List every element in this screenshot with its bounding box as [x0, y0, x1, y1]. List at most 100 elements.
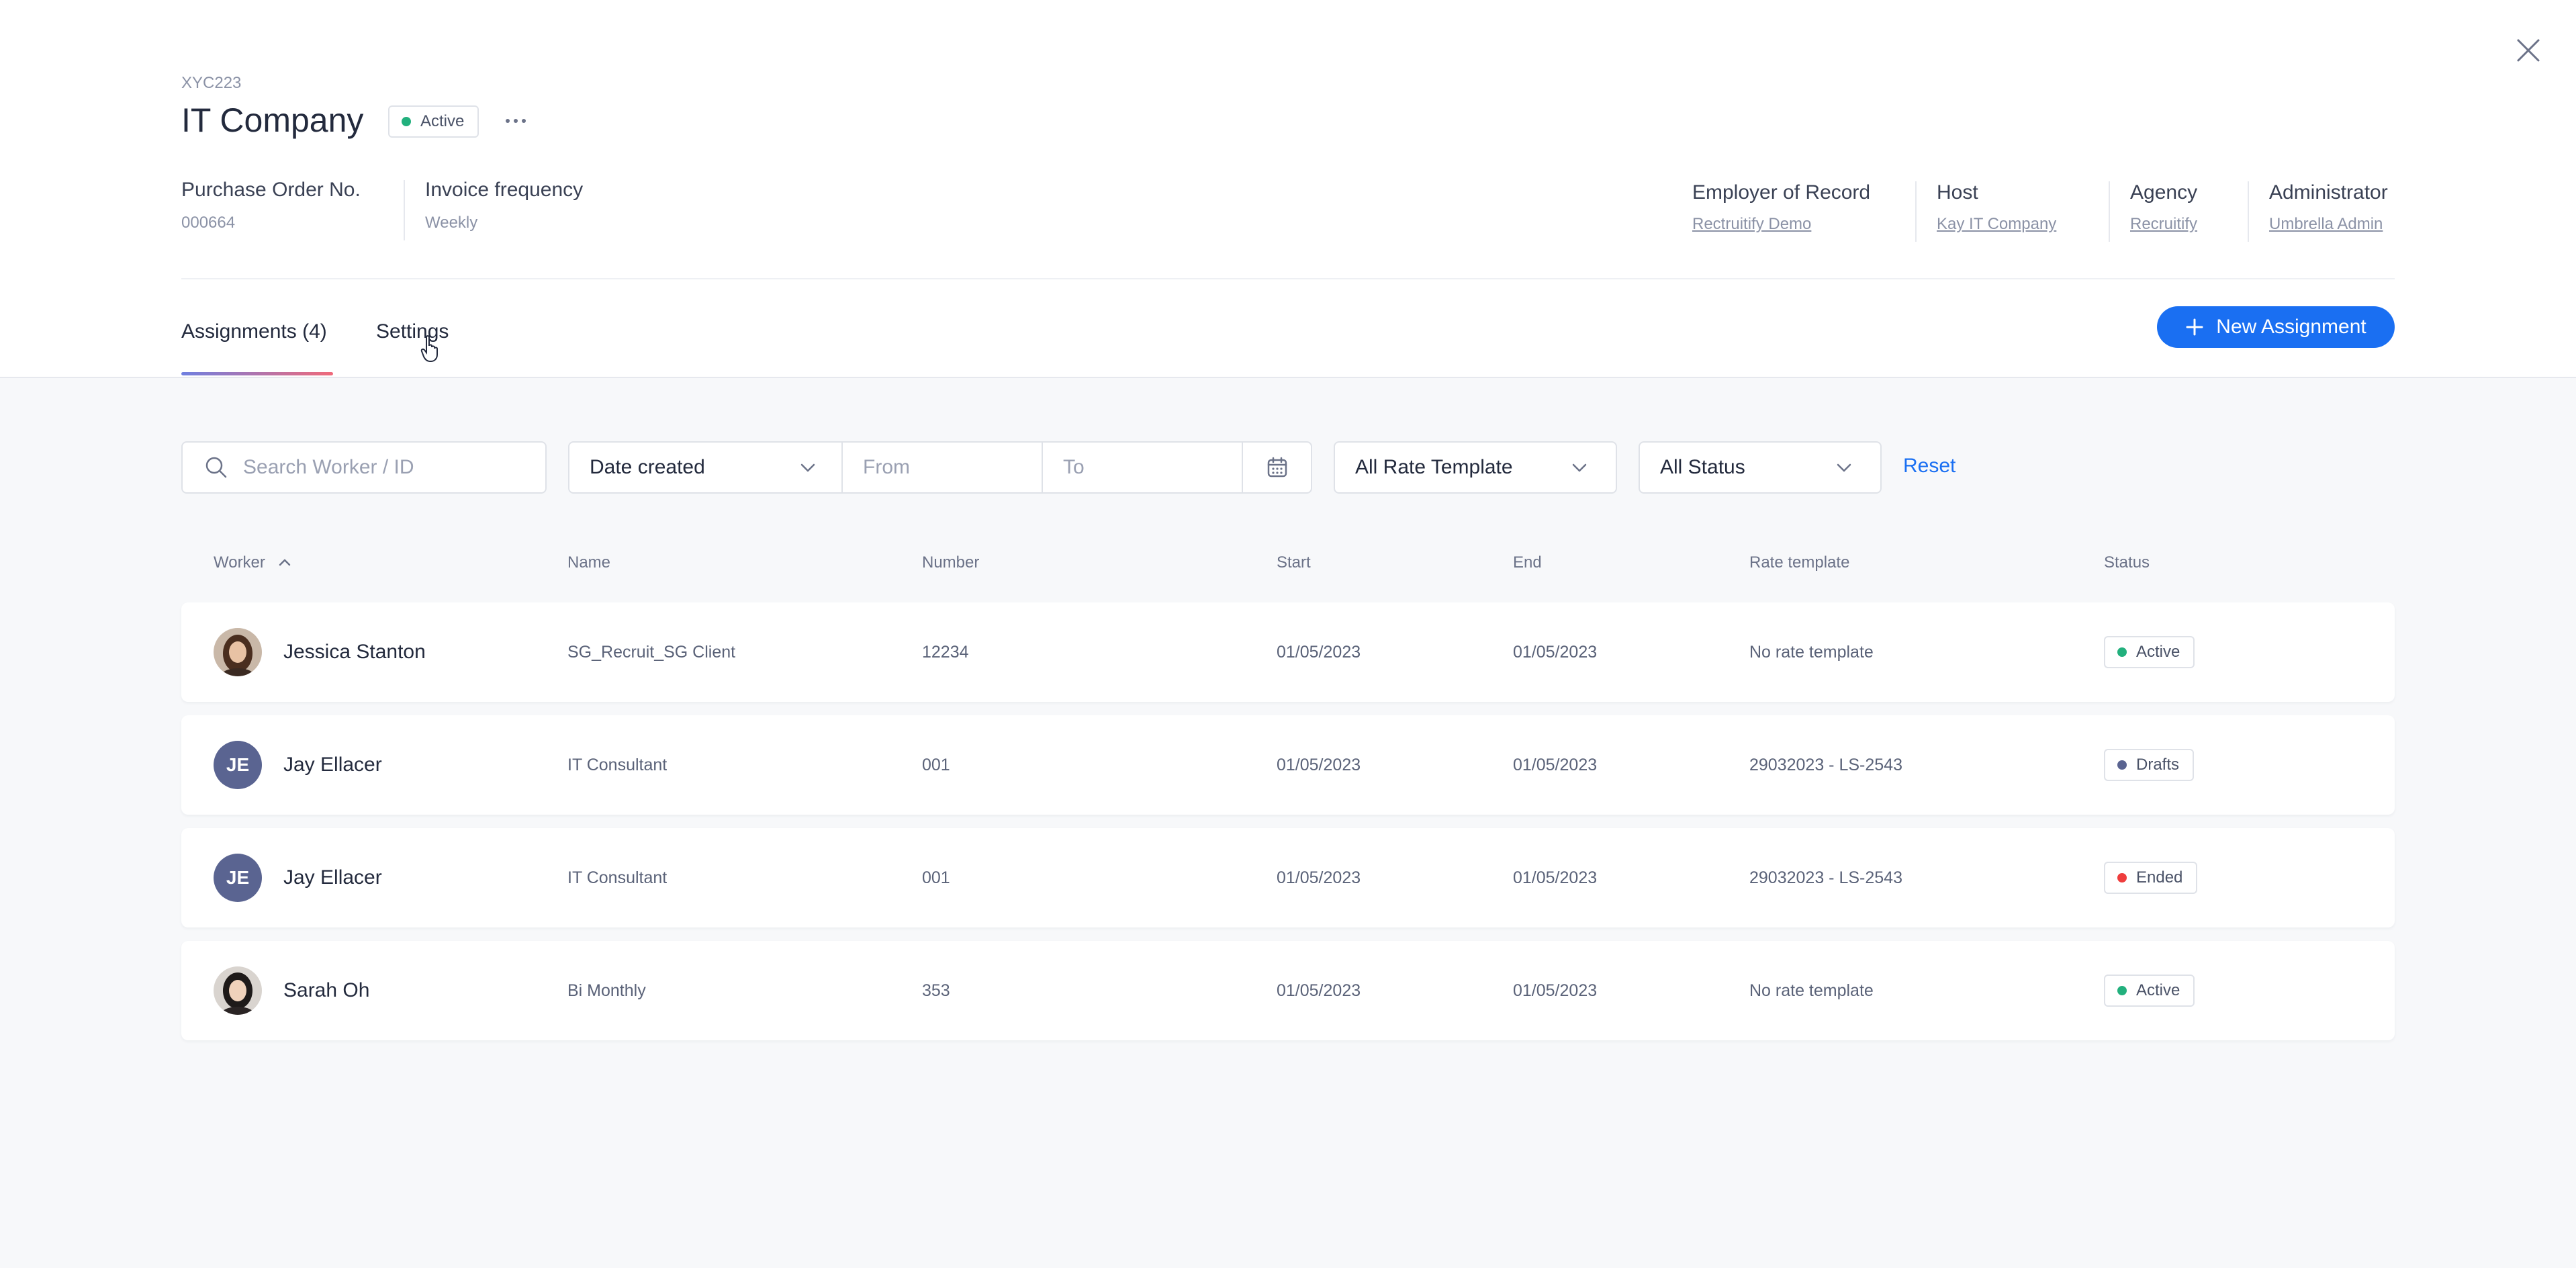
start-date: 01/05/2023 — [1277, 868, 1361, 887]
avatar — [214, 966, 262, 1015]
status-dot — [2117, 760, 2127, 770]
assignment-name: SG_Recruit_SG Client — [567, 642, 736, 662]
status-label: Active — [2136, 981, 2180, 999]
status-cell: Active — [2104, 941, 2195, 1040]
chevron-down-icon — [1572, 463, 1587, 472]
status-cell: Active — [2104, 602, 2195, 702]
worker-name: Jay Ellacer — [283, 866, 382, 889]
to-placeholder: To — [1063, 456, 1085, 478]
table-row[interactable]: Sarah Oh Bi Monthly 353 01/05/2023 01/05… — [181, 941, 2395, 1040]
status-label: Drafts — [2136, 756, 2180, 774]
new-assignment-button[interactable]: New Assignment — [2157, 306, 2395, 348]
assignment-name: IT Consultant — [567, 868, 668, 887]
column-header-number: Number — [922, 553, 980, 572]
table-row[interactable]: Jessica Stanton SG_Recruit_SG Client 122… — [181, 602, 2395, 702]
status-badge: Active — [2104, 975, 2195, 1007]
status-label: Active — [420, 112, 465, 130]
calendar-button[interactable] — [1242, 441, 1312, 494]
end-date: 01/05/2023 — [1513, 981, 1598, 1000]
divider — [181, 278, 2395, 279]
administrator-label: Administrator — [2269, 181, 2388, 203]
rate-template-select[interactable]: All Rate Template — [1334, 441, 1617, 494]
more-options-button[interactable] — [502, 107, 529, 140]
end-date: 01/05/2023 — [1513, 642, 1598, 662]
avatar — [214, 628, 262, 676]
table-row[interactable]: JE Jay Ellacer IT Consultant 001 01/05/2… — [181, 715, 2395, 815]
status-filter-value: All Status — [1660, 456, 1745, 478]
close-icon[interactable] — [2512, 34, 2545, 67]
worker-name: Sarah Oh — [283, 979, 370, 1001]
assignment-number: 12234 — [922, 642, 969, 662]
employer-of-record-label: Employer of Record — [1692, 181, 1871, 203]
worker-cell: JE Jay Ellacer — [214, 715, 382, 815]
column-header-label: Worker — [214, 553, 265, 572]
pointer-cursor-icon — [420, 334, 443, 366]
record-code: XYC223 — [181, 74, 242, 92]
start-date: 01/05/2023 — [1277, 642, 1361, 662]
end-date: 01/05/2023 — [1513, 755, 1598, 774]
column-header-start: Start — [1277, 553, 1311, 572]
date-type-select[interactable]: Date created — [568, 441, 843, 494]
status-label: Active — [2136, 643, 2180, 661]
search-icon — [205, 457, 227, 478]
column-header-rate-template: Rate template — [1749, 553, 1850, 572]
po-number-value: 000664 — [181, 214, 236, 232]
invoice-frequency-value: Weekly — [425, 214, 478, 232]
divider — [2109, 181, 2110, 242]
ellipsis-icon[interactable] — [502, 107, 529, 134]
worker-cell: Sarah Oh — [214, 941, 369, 1040]
new-assignment-label: New Assignment — [2216, 316, 2366, 338]
agency-label: Agency — [2130, 181, 2198, 203]
status-select[interactable]: All Status — [1639, 441, 1882, 494]
rate-template-value: All Rate Template — [1355, 456, 1513, 478]
status-cell: Ended — [2104, 828, 2198, 927]
start-date: 01/05/2023 — [1277, 981, 1361, 1000]
sort-ascending-icon — [279, 559, 291, 566]
from-placeholder: From — [863, 456, 910, 478]
close-button[interactable] — [2512, 34, 2545, 67]
agency-link[interactable]: Recruitify — [2130, 215, 2197, 234]
avatar: JE — [214, 741, 262, 789]
date-from-input[interactable]: From — [841, 441, 1043, 494]
status-badge: Active — [2104, 636, 2195, 668]
invoice-frequency-label: Invoice frequency — [425, 179, 584, 201]
status-dot — [2117, 873, 2127, 882]
search-input[interactable]: Search Worker / ID — [181, 441, 547, 494]
divider — [2248, 181, 2249, 242]
rate-template: No rate template — [1749, 981, 1874, 1000]
rate-template: 29032023 - LS-2543 — [1749, 755, 1902, 774]
host-link[interactable]: Kay IT Company — [1937, 215, 2056, 234]
divider — [1915, 181, 1917, 242]
column-header-status: Status — [2104, 553, 2150, 572]
column-header-name: Name — [567, 553, 611, 572]
divider — [404, 180, 405, 240]
active-tab-indicator — [181, 372, 333, 375]
administrator-link[interactable]: Umbrella Admin — [2269, 215, 2383, 234]
chevron-down-icon — [1837, 463, 1851, 472]
status-cell: Drafts — [2104, 715, 2195, 815]
rate-template: 29032023 - LS-2543 — [1749, 868, 1902, 887]
status-dot — [2117, 647, 2127, 657]
worker-cell: JE Jay Ellacer — [214, 828, 382, 927]
rate-template: No rate template — [1749, 642, 1874, 662]
plus-icon — [2186, 318, 2203, 336]
column-header-worker[interactable]: Worker — [214, 553, 292, 572]
calendar-icon — [1267, 457, 1287, 478]
date-to-input[interactable]: To — [1042, 441, 1243, 494]
employer-of-record-link[interactable]: Rectruitify Demo — [1692, 215, 1811, 234]
assignment-number: 001 — [922, 868, 950, 887]
search-placeholder: Search Worker / ID — [243, 456, 414, 478]
assignment-number: 353 — [922, 981, 950, 1000]
reset-button[interactable]: Reset — [1903, 455, 1956, 478]
status-dot — [2117, 986, 2127, 995]
host-label: Host — [1937, 181, 1978, 203]
assignment-number: 001 — [922, 755, 950, 774]
table-row[interactable]: JE Jay Ellacer IT Consultant 001 01/05/2… — [181, 828, 2395, 927]
worker-cell: Jessica Stanton — [214, 602, 426, 702]
status-dot — [402, 117, 411, 126]
status-badge: Active — [388, 105, 479, 138]
status-label: Ended — [2136, 868, 2183, 887]
tab-assignments[interactable]: Assignments (4) — [181, 320, 327, 343]
assignment-name: Bi Monthly — [567, 981, 646, 1000]
worker-name: Jessica Stanton — [283, 641, 426, 663]
